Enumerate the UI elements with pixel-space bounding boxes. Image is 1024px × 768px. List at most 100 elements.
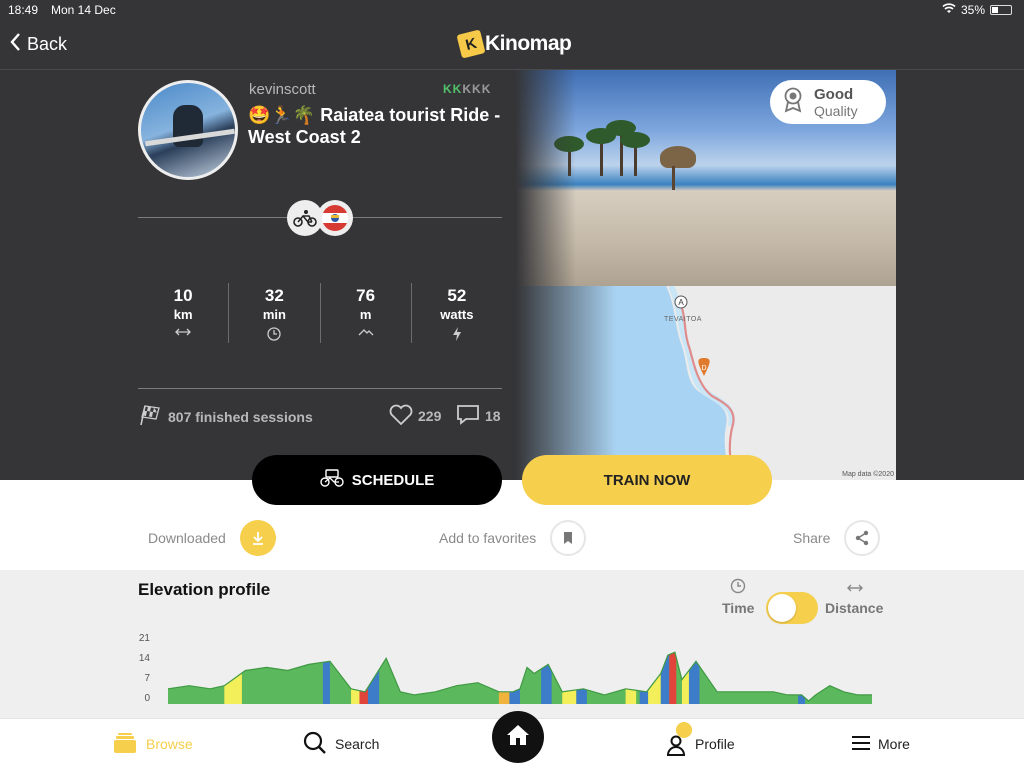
tab-browse[interactable]: Browse (112, 719, 193, 768)
quality-sublabel: Quality (814, 102, 858, 119)
downloaded-action[interactable]: Downloaded (148, 520, 276, 556)
share-icon (844, 520, 881, 556)
tab-more[interactable]: More (852, 719, 910, 768)
y-tick-label: 7 (144, 673, 150, 684)
y-tick-label: 0 (144, 693, 150, 704)
train-now-label: TRAIN NOW (603, 471, 691, 489)
elevation-segment (660, 652, 670, 704)
app-screen: 18:49 Mon 14 Dec 35% Back K Kinomap kevi… (0, 0, 1024, 768)
elevation-segment (351, 652, 360, 704)
stat-value: 32 (264, 286, 284, 305)
elevation-segment (322, 652, 330, 704)
stat-elevation: 76 m (321, 283, 412, 343)
map-marker-d: D (701, 365, 706, 372)
status-bar: 18:49 Mon 14 Dec 35% (0, 0, 1024, 20)
wifi-icon (942, 3, 956, 17)
tab-profile[interactable]: Profile (665, 719, 735, 768)
palm-tree (620, 132, 650, 176)
y-tick-label: 14 (138, 653, 150, 664)
schedule-label: SCHEDULE (351, 471, 435, 489)
quality-text: Good Quality (814, 86, 858, 119)
sessions-label: 807 finished sessions (168, 408, 313, 425)
stat-duration: 32 min (229, 283, 321, 343)
rating-letter: K (472, 82, 481, 96)
downloaded-label: Downloaded (148, 530, 226, 546)
finished-sessions: 807 finished sessions (138, 404, 313, 429)
stat-unit: km (173, 307, 193, 322)
share-action[interactable]: Share (793, 520, 881, 556)
fade-overlay (516, 286, 616, 480)
time-distance-switch[interactable] (766, 592, 818, 624)
browse-icon (112, 732, 138, 757)
ride-title: 🤩🏃🌴 Raiatea tourist Ride - West Coast 2 (248, 105, 501, 147)
beach-hut (660, 146, 696, 190)
comment-icon (456, 404, 480, 428)
comments-button[interactable]: 18 (456, 404, 501, 428)
map-town-label: TEVAITOA (664, 316, 702, 323)
heart-icon (389, 404, 413, 428)
quality-badge: Good Quality (770, 80, 886, 124)
stat-value: 10 (173, 286, 193, 305)
elevation-segment (359, 652, 368, 704)
search-icon (303, 731, 327, 758)
logo-text: Kinomap (485, 32, 572, 55)
clock-icon (229, 327, 319, 341)
back-label: Back (27, 34, 68, 54)
checkered-flag-icon (138, 404, 162, 429)
back-button[interactable]: Back (10, 33, 67, 56)
stat-value: 76 (356, 286, 376, 305)
elevation-segment (509, 652, 520, 704)
rating-letter: K (462, 82, 472, 96)
status-time: 18:49 (8, 3, 39, 17)
logo-mark: K (456, 29, 486, 59)
elevation-chart (168, 651, 872, 704)
distance-icon (138, 327, 228, 341)
schedule-button[interactable]: SCHEDULE (252, 455, 502, 505)
route-map[interactable]: A D TEVAITOA Map data ©2020 (516, 286, 896, 480)
power-icon (412, 327, 502, 341)
elevation-segment (669, 652, 677, 704)
elevation-title: Elevation profile (138, 580, 271, 599)
elevation-segment (688, 652, 700, 704)
add-to-favorites-action[interactable]: Add to favorites (439, 520, 587, 556)
kinomap-logo: K Kinomap (456, 29, 572, 59)
elevation-segment (541, 652, 552, 704)
map-marker-a: A (678, 298, 684, 307)
home-button[interactable] (492, 711, 544, 763)
switch-knob (768, 594, 796, 622)
like-button[interactable]: 229 (389, 404, 441, 428)
stat-distance: 10 km (138, 283, 230, 343)
likes-count: 229 (418, 408, 442, 424)
status-right: 35% (942, 3, 1012, 17)
elevation-segment (562, 652, 577, 704)
stat-unit: watts (440, 307, 474, 322)
elevation-segment (639, 652, 649, 704)
avatar[interactable] (138, 80, 238, 180)
stat-power: 52 watts (412, 283, 502, 343)
fade-overlay (516, 70, 576, 286)
quality-label: Good (814, 85, 854, 103)
battery-icon (990, 5, 1012, 15)
elevation-icon (321, 327, 411, 341)
nav-bar: Back K Kinomap (0, 20, 1024, 70)
download-icon (239, 520, 276, 556)
train-now-button[interactable]: TRAIN NOW (522, 455, 772, 505)
elevation-profile-section: Elevation profile Time Distance 21 14 7 … (0, 570, 1024, 718)
tab-bar: Browse Search Profile More (0, 711, 1024, 768)
toggle-distance-label[interactable]: Distance (825, 600, 883, 616)
time-distance-toggle: Time Distance (722, 578, 892, 624)
ride-stats: 10 km 32 min 76 m 52 watts (138, 283, 502, 343)
tab-search[interactable]: Search (303, 719, 379, 768)
map-credit: Map data ©2020 (842, 471, 894, 478)
tab-browse-label: Browse (146, 736, 193, 752)
clock-icon (730, 578, 746, 599)
username[interactable]: kevinscott (249, 81, 316, 98)
palm-tree (586, 128, 616, 176)
toggle-time-label[interactable]: Time (722, 600, 754, 616)
elevation-segment (576, 652, 587, 704)
profile-icon (665, 722, 692, 756)
elevation-segment (648, 652, 661, 704)
schedule-icon (320, 469, 344, 491)
stat-unit: min (262, 307, 286, 322)
menu-icon (852, 735, 870, 753)
